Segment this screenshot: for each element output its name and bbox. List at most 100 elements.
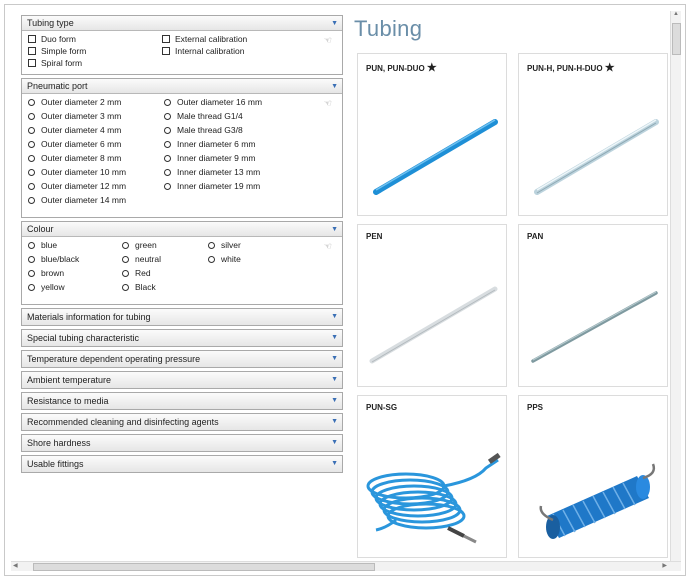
radio-icon[interactable]: [28, 256, 35, 263]
radio-option[interactable]: Outer diameter 4 mm: [28, 124, 121, 136]
radio-icon[interactable]: [28, 113, 35, 120]
radio-icon[interactable]: [164, 155, 171, 162]
radio-icon[interactable]: [28, 99, 35, 106]
radio-option[interactable]: Outer diameter 2 mm: [28, 96, 121, 108]
radio-option[interactable]: brown: [28, 267, 64, 279]
radio-option[interactable]: Inner diameter 19 mm: [164, 180, 260, 192]
chevron-down-icon[interactable]: ▼: [331, 79, 338, 94]
radio-option[interactable]: Male thread G3/8: [164, 124, 243, 136]
radio-option[interactable]: Inner diameter 6 mm: [164, 138, 255, 150]
chevron-down-icon[interactable]: ▼: [331, 414, 338, 430]
panel-header[interactable]: Materials information for tubing ▼: [22, 309, 342, 325]
vertical-scrollbar[interactable]: ▲ ▼: [670, 11, 681, 571]
radio-icon[interactable]: [208, 256, 215, 263]
radio-icon[interactable]: [122, 242, 129, 249]
radio-option[interactable]: blue/black: [28, 253, 79, 265]
product-tile[interactable]: PEN: [357, 224, 507, 387]
scroll-left-icon[interactable]: ◀: [13, 562, 18, 569]
chevron-down-icon[interactable]: ▼: [331, 16, 338, 31]
radio-option[interactable]: yellow: [28, 281, 65, 293]
chevron-down-icon[interactable]: ▼: [331, 456, 338, 472]
product-tile[interactable]: PUN-SG: [357, 395, 507, 558]
radio-icon[interactable]: [164, 127, 171, 134]
product-tile[interactable]: PUN-H, PUN-H-DUO ★: [518, 53, 668, 216]
panel-resistance-to-media[interactable]: Resistance to media ▼: [21, 392, 343, 410]
radio-option[interactable]: Black: [122, 281, 156, 293]
chevron-down-icon[interactable]: ▼: [331, 222, 338, 237]
radio-option[interactable]: Outer diameter 10 mm: [28, 166, 126, 178]
radio-option[interactable]: silver: [208, 239, 241, 251]
horizontal-scrollbar[interactable]: ◀ ▶: [11, 561, 681, 571]
checkbox-option[interactable]: Spiral form: [28, 57, 82, 69]
radio-option[interactable]: Inner diameter 9 mm: [164, 152, 255, 164]
radio-icon[interactable]: [122, 270, 129, 277]
radio-icon[interactable]: [164, 183, 171, 190]
panel-header[interactable]: Resistance to media ▼: [22, 393, 342, 409]
panel-header[interactable]: Recommended cleaning and disinfecting ag…: [22, 414, 342, 430]
panel-temperature-pressure[interactable]: Temperature dependent operating pressure…: [21, 350, 343, 368]
radio-option[interactable]: Outer diameter 16 mm: [164, 96, 262, 108]
panel-header[interactable]: Usable fittings ▼: [22, 456, 342, 472]
panel-special-characteristic[interactable]: Special tubing characteristic ▼: [21, 329, 343, 347]
checkbox-icon[interactable]: [28, 59, 36, 67]
panel-usable-fittings[interactable]: Usable fittings ▼: [21, 455, 343, 473]
checkbox-option[interactable]: Duo form: [28, 33, 76, 45]
radio-option[interactable]: Outer diameter 3 mm: [28, 110, 121, 122]
radio-icon[interactable]: [164, 99, 171, 106]
radio-icon[interactable]: [164, 141, 171, 148]
panel-header-pneumatic-port[interactable]: Pneumatic port ▼: [22, 79, 342, 94]
scroll-thumb[interactable]: [672, 23, 681, 55]
radio-option[interactable]: Outer diameter 14 mm: [28, 194, 126, 206]
radio-option[interactable]: neutral: [122, 253, 161, 265]
radio-option[interactable]: Inner diameter 13 mm: [164, 166, 260, 178]
panel-header-tubing-type[interactable]: Tubing type ▼: [22, 16, 342, 31]
panel-header-colour[interactable]: Colour ▼: [22, 222, 342, 237]
radio-icon[interactable]: [122, 284, 129, 291]
radio-option[interactable]: Outer diameter 12 mm: [28, 180, 126, 192]
product-tile[interactable]: PUN, PUN-DUO ★: [357, 53, 507, 216]
radio-icon[interactable]: [28, 183, 35, 190]
product-tile[interactable]: PAN: [518, 224, 668, 387]
chevron-down-icon[interactable]: ▼: [331, 330, 338, 346]
chevron-down-icon[interactable]: ▼: [331, 393, 338, 409]
radio-option[interactable]: Outer diameter 6 mm: [28, 138, 121, 150]
radio-option[interactable]: Red: [122, 267, 151, 279]
panel-header[interactable]: Shore hardness ▼: [22, 435, 342, 451]
radio-icon[interactable]: [122, 256, 129, 263]
radio-icon[interactable]: [28, 169, 35, 176]
scroll-right-icon[interactable]: ▶: [662, 562, 667, 569]
radio-option[interactable]: Outer diameter 8 mm: [28, 152, 121, 164]
panel-ambient-temperature[interactable]: Ambient temperature ▼: [21, 371, 343, 389]
checkbox-option[interactable]: Simple form: [28, 45, 86, 57]
checkbox-icon[interactable]: [28, 47, 36, 55]
radio-option[interactable]: blue: [28, 239, 57, 251]
chevron-down-icon[interactable]: ▼: [331, 351, 338, 367]
radio-icon[interactable]: [164, 169, 171, 176]
panel-header[interactable]: Special tubing characteristic ▼: [22, 330, 342, 346]
panel-shore-hardness[interactable]: Shore hardness ▼: [21, 434, 343, 452]
checkbox-icon[interactable]: [28, 35, 36, 43]
radio-icon[interactable]: [28, 242, 35, 249]
checkbox-option[interactable]: External calibration: [162, 33, 247, 45]
checkbox-option[interactable]: Internal calibration: [162, 45, 244, 57]
panel-materials-information[interactable]: Materials information for tubing ▼: [21, 308, 343, 326]
radio-icon[interactable]: [28, 270, 35, 277]
chevron-down-icon[interactable]: ▼: [331, 309, 338, 325]
radio-option[interactable]: white: [208, 253, 241, 265]
chevron-down-icon[interactable]: ▼: [331, 435, 338, 451]
panel-header[interactable]: Temperature dependent operating pressure…: [22, 351, 342, 367]
checkbox-icon[interactable]: [162, 47, 170, 55]
checkbox-icon[interactable]: [162, 35, 170, 43]
radio-icon[interactable]: [164, 113, 171, 120]
radio-option[interactable]: green: [122, 239, 157, 251]
panel-cleaning-agents[interactable]: Recommended cleaning and disinfecting ag…: [21, 413, 343, 431]
panel-header[interactable]: Ambient temperature ▼: [22, 372, 342, 388]
chevron-down-icon[interactable]: ▼: [331, 372, 338, 388]
radio-icon[interactable]: [28, 284, 35, 291]
product-tile[interactable]: PPS: [518, 395, 668, 558]
radio-option[interactable]: Male thread G1/4: [164, 110, 243, 122]
scroll-up-icon[interactable]: ▲: [673, 11, 679, 17]
radio-icon[interactable]: [28, 197, 35, 204]
radio-icon[interactable]: [28, 127, 35, 134]
radio-icon[interactable]: [28, 141, 35, 148]
